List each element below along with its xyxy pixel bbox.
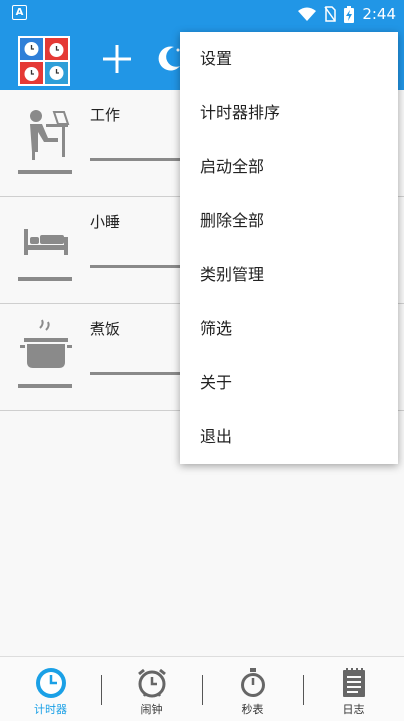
status-bar: A 2:44 <box>0 0 404 28</box>
menu-item-sort-timers[interactable]: 计时器排序 <box>180 86 398 140</box>
wifi-icon <box>298 7 317 21</box>
battery-charging-icon <box>344 5 355 23</box>
log-notebook-icon <box>343 668 365 697</box>
menu-item-exit[interactable]: 退出 <box>180 410 398 464</box>
menu-item-category-manage[interactable]: 类别管理 <box>180 248 398 302</box>
notification-icon: A <box>12 5 27 20</box>
tab-label: 闹钟 <box>140 703 163 716</box>
timer-icon <box>36 668 66 698</box>
menu-item-filter[interactable]: 筛选 <box>180 302 398 356</box>
timer-icon-underline <box>18 384 72 388</box>
timer-name: 煮饭 <box>90 320 121 338</box>
tab-label: 日志 <box>342 703 365 716</box>
tab-timer[interactable]: 计时器 <box>0 657 101 721</box>
status-time: 2:44 <box>362 5 396 23</box>
no-sim-icon <box>324 6 337 22</box>
timer-name: 小睡 <box>90 213 121 231</box>
menu-item-start-all[interactable]: 启动全部 <box>180 140 398 194</box>
tab-log[interactable]: 日志 <box>303 657 404 721</box>
timer-icon-underline <box>18 277 72 281</box>
cooking-pot-icon <box>20 319 72 368</box>
menu-item-delete-all[interactable]: 删除全部 <box>180 194 398 248</box>
night-mode-icon[interactable] <box>154 44 182 74</box>
add-timer-button[interactable] <box>100 42 134 76</box>
stopwatch-icon <box>241 668 265 697</box>
timer-icon-underline <box>18 170 72 174</box>
timer-name: 工作 <box>90 106 121 124</box>
bed-icon <box>24 229 68 255</box>
overflow-menu: 设置 计时器排序 启动全部 删除全部 类别管理 筛选 关于 退出 <box>180 32 398 464</box>
tab-stopwatch[interactable]: 秒表 <box>202 657 303 721</box>
desk-worker-icon <box>30 110 70 160</box>
bottom-nav: 计时器 闹钟 秒表 日志 <box>0 656 404 721</box>
menu-item-settings[interactable]: 设置 <box>180 32 398 86</box>
tab-label: 计时器 <box>34 703 67 716</box>
tab-label: 秒表 <box>241 703 264 716</box>
menu-item-about[interactable]: 关于 <box>180 356 398 410</box>
timer-app-logo <box>18 36 70 86</box>
tab-alarm[interactable]: 闹钟 <box>101 657 202 721</box>
alarm-clock-icon <box>138 668 166 698</box>
